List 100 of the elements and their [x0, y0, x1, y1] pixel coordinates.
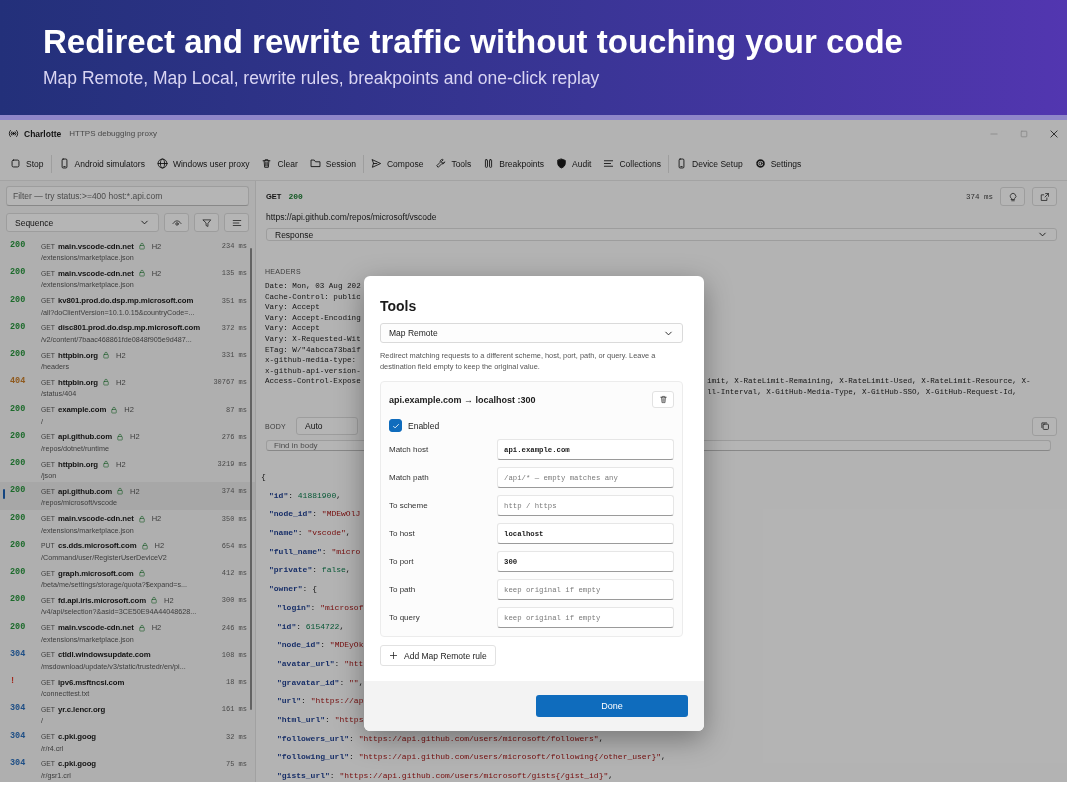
shield-icon [556, 158, 568, 169]
pause-icon [483, 158, 495, 169]
code-line: "node_id": "MDEyOk [277, 640, 364, 651]
lock-icon [137, 514, 146, 523]
code-line: "gravatar_id": "", [277, 677, 364, 688]
toolbar-button[interactable]: Compose [365, 154, 430, 173]
plus-icon [389, 651, 398, 660]
delete-button[interactable] [652, 391, 674, 408]
signal-icon [8, 128, 19, 139]
status-code: 200 [10, 594, 27, 606]
format-dropdown[interactable]: Auto [296, 417, 359, 435]
code-line: "url": "https://ap [277, 696, 364, 707]
toolbar-button[interactable]: Breakpoints [477, 154, 551, 173]
lock-icon [137, 569, 146, 577]
lock-icon [137, 623, 146, 632]
status-code: 200 [10, 294, 27, 306]
field-label: To query [389, 613, 421, 622]
toolbar-button[interactable]: Android simulators [52, 154, 151, 173]
hint-button[interactable] [1000, 187, 1025, 206]
code-line: "gists_url": "https://api.github.com/users/microsoft/gists{/gist_id}", [277, 771, 614, 781]
maximize-icon [1019, 128, 1029, 139]
lock-icon [140, 541, 149, 550]
app-subtitle: HTTPS debugging proxy [69, 129, 157, 138]
status-code: 200 [10, 403, 27, 415]
code-line: "owner": { [269, 584, 317, 595]
list-button[interactable] [224, 213, 249, 232]
toolbar-button[interactable]: Tools [429, 154, 478, 173]
lock-icon [102, 351, 111, 359]
close-button[interactable] [1049, 128, 1059, 139]
send-icon [371, 158, 382, 169]
phone-icon [676, 158, 688, 169]
toolbar-button[interactable]: Session [303, 154, 362, 173]
share-icon [1039, 191, 1050, 202]
lightbulb-icon [1007, 191, 1018, 202]
status-code: 304 [10, 648, 27, 660]
lock-icon [102, 378, 111, 387]
toolbar-button[interactable]: Clear [255, 154, 304, 173]
list-icon [603, 158, 615, 169]
request-url: https://api.github.com/repos/microsoft/vscode [265, 211, 438, 222]
status-code: 200 [10, 485, 27, 497]
code-line: "node_id": "MDEwOlJ [269, 509, 361, 520]
toolbar-button[interactable]: Collections [597, 154, 668, 173]
copy-button[interactable] [1032, 416, 1057, 436]
wrench-icon [435, 158, 447, 169]
toolbar-button[interactable]: Windows user proxy [150, 154, 256, 173]
toolbar-button[interactable]: Stop [4, 154, 50, 173]
lock-icon [150, 596, 159, 605]
code-line: "following_url": "https://api.github.com/users/microsoft/following{/other_user}", [277, 752, 666, 763]
status-code: 200 [10, 267, 27, 279]
field-label: Match host [389, 445, 430, 454]
field-label: To scheme [389, 501, 429, 510]
field-label: To path [389, 585, 417, 594]
field-label: To host [389, 529, 416, 538]
toolbar-button[interactable]: Settings [748, 154, 808, 173]
status-code: 200 [288, 192, 303, 201]
scrollbar[interactable] [250, 248, 252, 710]
code-line: "full_name": "micro [269, 546, 361, 557]
field-label: To port [389, 557, 415, 566]
status-code: 200 [10, 240, 27, 251]
section-dropdown[interactable]: Response [266, 228, 1057, 241]
status-code: 404 [10, 376, 27, 388]
code-line: "private": false, [269, 565, 351, 576]
lock-icon [116, 432, 125, 441]
lock-icon [137, 242, 146, 250]
trash-icon [658, 395, 668, 404]
lock-icon [110, 405, 119, 414]
sort-dropdown[interactable]: Sequence [6, 213, 159, 232]
filter-icon [201, 217, 212, 228]
banner-subtitle: Map Remote, Map Local, rewrite rules, breakpoints and one-click replay [43, 68, 601, 89]
code-line: "html_url": "https [277, 714, 364, 725]
eye-icon [171, 217, 182, 228]
banner-title: Redirect and rewrite traffic without touching your code [43, 22, 904, 62]
status-code: 304 [10, 757, 27, 769]
rule-title: api.example.com → localhost :300 [389, 394, 536, 405]
app-title: Charlotte [24, 128, 62, 139]
eye-button[interactable] [164, 213, 189, 232]
settings-icon [754, 158, 766, 169]
trash-icon [261, 158, 273, 169]
done-button[interactable]: Done [536, 695, 688, 717]
status-code: 200 [10, 512, 27, 524]
status-code: 200 [10, 321, 27, 333]
code-line: "avatar_url": "htt [277, 658, 364, 669]
lock-icon [102, 460, 111, 468]
globe-icon [156, 158, 168, 169]
filter-button[interactable] [194, 213, 219, 232]
share-button[interactable] [1032, 187, 1057, 206]
tool-dropdown[interactable]: Map Remote [380, 323, 683, 343]
lock-icon [116, 487, 125, 496]
add-rule-button[interactable]: Add Map Remote rule [380, 645, 496, 666]
code-line: "followers_url": "https://api.github.com/users/microsoft/followers", [277, 733, 604, 744]
status-code: 304 [10, 730, 27, 742]
toolbar-button[interactable]: Audit [550, 154, 598, 173]
enabled-checkbox[interactable] [389, 419, 402, 432]
filter-field[interactable]: Filter — try status:>=400 host:*.api.com [6, 186, 249, 206]
toolbar-button[interactable]: Device Setup [670, 154, 749, 173]
close-icon [1049, 128, 1059, 139]
code-line: "id": 41881900, [269, 490, 342, 501]
dialog-title: Tools [380, 298, 418, 314]
status-code: ! [10, 676, 17, 687]
status-code: 200 [10, 430, 27, 442]
